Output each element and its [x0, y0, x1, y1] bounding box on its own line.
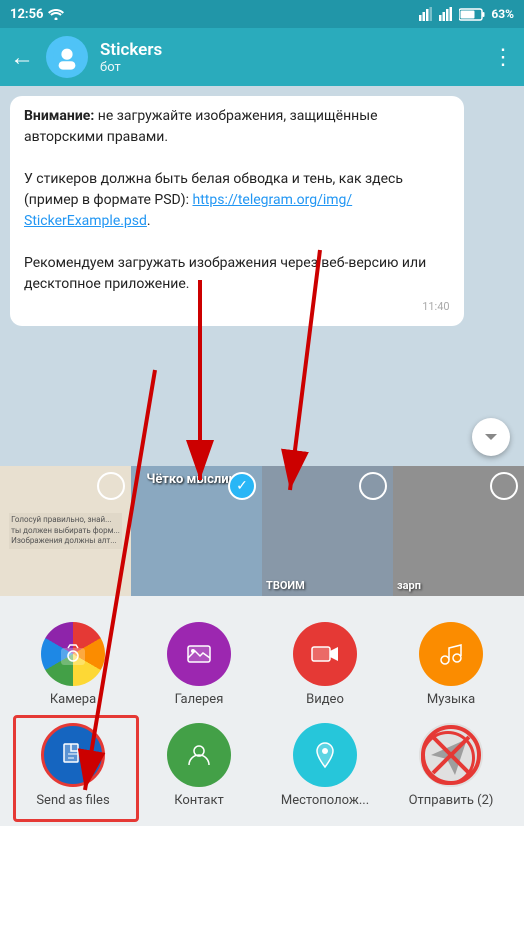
menu-button[interactable]: ⋮: [492, 45, 514, 70]
bot-avatar-icon: [53, 43, 81, 71]
chat-subtitle: бот: [100, 60, 480, 75]
photo-item-2[interactable]: Чётко мыслишь ✓: [131, 466, 262, 596]
chat-title: Stickers: [100, 40, 480, 60]
location-label: Местополож...: [281, 793, 369, 808]
icons-row-1: Камера Галерея Видео: [0, 614, 524, 715]
camera-label: Камера: [50, 692, 96, 707]
battery-icon: [459, 8, 485, 21]
location-icon: [293, 723, 357, 787]
message-link[interactable]: https://telegram.org/img/StickerExample.…: [24, 192, 352, 229]
header-info: Stickers бот: [100, 40, 480, 75]
camera-icon: [41, 622, 105, 686]
message-time: 11:40: [24, 299, 450, 316]
camera-svg: [57, 638, 89, 670]
gallery-item[interactable]: Галерея: [149, 622, 249, 707]
gallery-label: Галерея: [175, 692, 224, 707]
avatar: [46, 36, 88, 78]
video-label: Видео: [306, 692, 344, 707]
send-icon: [419, 723, 483, 787]
chat-area: Внимание: не загружайте изображения, защ…: [0, 86, 524, 466]
send-item[interactable]: Отправить (2): [401, 723, 501, 808]
photo-4-label: зарп: [397, 579, 421, 592]
music-icon: [419, 622, 483, 686]
gallery-svg: [183, 638, 215, 670]
message-bubble: Внимание: не загружайте изображения, защ…: [10, 96, 464, 326]
photo-item-1[interactable]: Голосуй правильно, знай...ты должен выби…: [0, 466, 131, 596]
header: ← Stickers бот ⋮: [0, 28, 524, 86]
send-disabled-svg: [419, 723, 483, 787]
signal-icon: [419, 7, 433, 21]
time-text: 12:56: [10, 7, 44, 22]
signal2-icon: [439, 7, 453, 21]
contact-item[interactable]: Контакт: [149, 723, 249, 808]
wifi-icon: [48, 8, 64, 20]
status-icons: 63%: [419, 7, 514, 21]
status-bar: 12:56 63%: [0, 0, 524, 28]
icons-row-2: Send as files Контакт Местополож...: [0, 715, 524, 816]
location-item[interactable]: Местополож...: [275, 723, 375, 808]
photo-1-uncheck: [97, 472, 125, 500]
video-svg: [309, 638, 341, 670]
files-svg: [57, 739, 89, 771]
music-label: Музыка: [427, 692, 475, 707]
contact-label: Контакт: [174, 793, 224, 808]
photo-4-uncheck: [490, 472, 518, 500]
photo-2-check: ✓: [228, 472, 256, 500]
status-time: 12:56: [10, 7, 64, 22]
video-icon: [293, 622, 357, 686]
contact-svg: [183, 739, 215, 771]
message-text: Внимание: не загружайте изображения, защ…: [24, 108, 426, 292]
photo-3-label: ТВОИМ: [266, 579, 305, 592]
video-item[interactable]: Видео: [275, 622, 375, 707]
files-label: Send as files: [36, 793, 109, 808]
contact-icon: [167, 723, 231, 787]
photo-item-3[interactable]: ТВОИМ: [262, 466, 393, 596]
location-svg: [309, 739, 341, 771]
photo-strip: Голосуй правильно, знай...ты должен выби…: [0, 466, 524, 596]
camera-item[interactable]: Камера: [23, 622, 123, 707]
photo-3-uncheck: [359, 472, 387, 500]
gallery-icon: [167, 622, 231, 686]
scroll-to-bottom-button[interactable]: [472, 418, 510, 456]
music-svg: [435, 638, 467, 670]
photo-item-4[interactable]: зарп: [393, 466, 524, 596]
icons-grid: Камера Галерея Видео: [0, 596, 524, 826]
send-as-files-item[interactable]: Send as files: [23, 723, 123, 808]
battery-text: 63%: [491, 7, 514, 21]
back-button[interactable]: ←: [10, 43, 34, 72]
send-label: Отправить (2): [409, 793, 494, 808]
music-item[interactable]: Музыка: [401, 622, 501, 707]
files-icon: [41, 723, 105, 787]
